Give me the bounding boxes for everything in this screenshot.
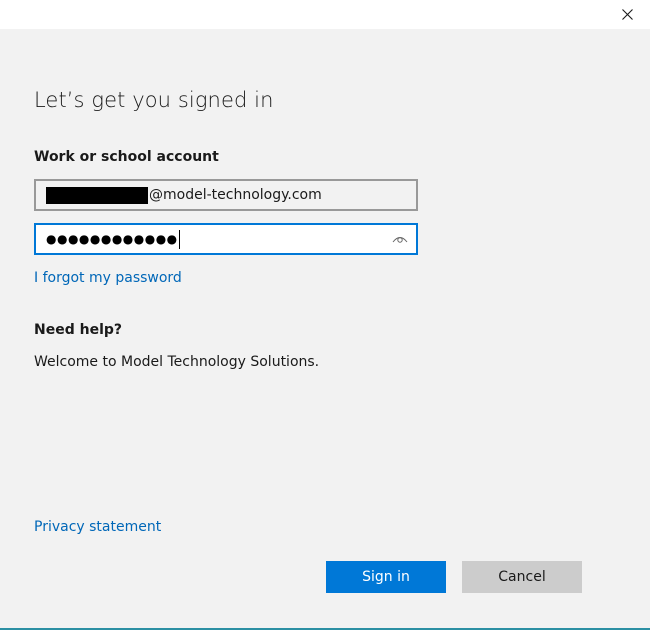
redacted-username: [46, 186, 148, 204]
close-button[interactable]: [604, 0, 650, 29]
reveal-password-button[interactable]: [390, 230, 410, 248]
close-icon: [621, 9, 633, 20]
email-field[interactable]: @model-technology.com: [34, 179, 418, 211]
forgot-password-link[interactable]: I forgot my password: [34, 270, 182, 286]
page-title: Let’s get you signed in: [34, 88, 274, 112]
password-field[interactable]: ●●●●●●●●●●●●: [34, 223, 418, 255]
email-domain-text: @model-technology.com: [149, 187, 322, 203]
eye-icon: [392, 237, 408, 243]
title-bar: [0, 0, 650, 29]
text-caret: [178, 229, 180, 249]
cancel-button[interactable]: Cancel: [462, 561, 582, 593]
password-mask: ●●●●●●●●●●●●: [46, 232, 178, 246]
sign-in-window: Let’s get you signed in Work or school a…: [0, 0, 650, 630]
help-text: Welcome to Model Technology Solutions.: [34, 354, 320, 370]
help-heading: Need help?: [34, 322, 123, 338]
account-label: Work or school account: [34, 149, 219, 165]
privacy-statement-link[interactable]: Privacy statement: [34, 519, 161, 535]
sign-in-button[interactable]: Sign in: [326, 561, 446, 593]
